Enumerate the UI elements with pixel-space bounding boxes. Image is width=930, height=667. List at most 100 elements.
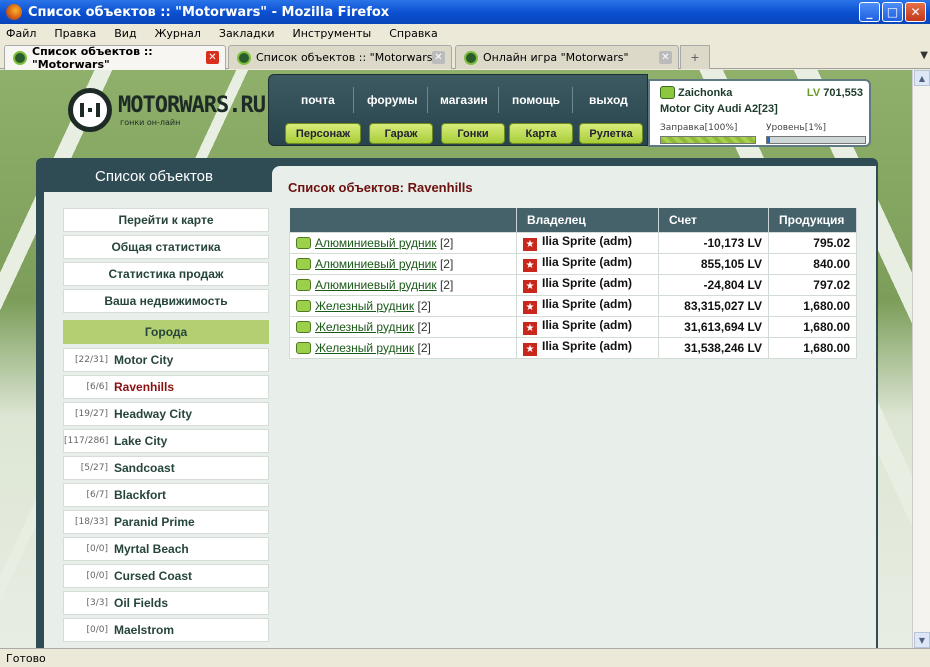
tab-close-icon[interactable]: ✕	[206, 51, 219, 64]
sidebar-title: Список объектов	[95, 168, 213, 185]
tab-label: Список объектов :: "Motorwars"	[256, 51, 438, 64]
nav-mail[interactable]: почта	[301, 93, 335, 107]
menu-view[interactable]: Вид	[112, 27, 138, 40]
garage-button[interactable]: Гараж	[369, 123, 433, 144]
sidebar-item-city[interactable]: [0/0] Maelstrom	[63, 618, 269, 642]
object-face-icon	[296, 236, 311, 249]
object-link[interactable]: Железный рудник	[315, 320, 414, 334]
sidebar-item-city[interactable]: [22/31] Motor City	[63, 348, 269, 372]
menu-bookmarks[interactable]: Закладки	[217, 27, 277, 40]
city-name: Myrtal Beach	[114, 542, 189, 556]
sidebar-link-general-stats[interactable]: Общая статистика	[63, 235, 269, 259]
logo-text: MOTORWARS.RU	[118, 93, 266, 118]
col-owner: Владелец	[516, 208, 659, 232]
user-name[interactable]: Zaichonka	[678, 87, 732, 99]
owner-name[interactable]: Ilia Sprite (adm)	[542, 339, 632, 353]
owner-name[interactable]: Ilia Sprite (adm)	[542, 297, 632, 311]
menu-file[interactable]: Файл	[4, 27, 38, 40]
map-button[interactable]: Карта	[509, 123, 573, 144]
nav-forums[interactable]: форумы	[367, 93, 417, 107]
sidebar-item-city-active[interactable]: [6/6] Ravenhills	[63, 375, 269, 399]
tab-objects-active[interactable]: Список объектов :: "Motorwars" ✕	[4, 45, 226, 71]
city-count: [3/3]	[86, 598, 108, 608]
tab-objects[interactable]: Список объектов :: "Motorwars" ✕	[228, 45, 452, 69]
owner-cell: ★ Ilia Sprite (adm)	[516, 273, 659, 296]
object-count: [2]	[439, 235, 454, 250]
object-cell: Алюминиевый рудник [2]	[289, 252, 517, 275]
sidebar-link-sales-stats[interactable]: Статистика продаж	[63, 262, 269, 286]
scroll-up-icon[interactable]: ▲	[914, 70, 930, 86]
scroll-down-icon[interactable]: ▼	[914, 632, 930, 648]
object-link[interactable]: Алюминиевый рудник	[315, 236, 437, 250]
close-button[interactable]: ✕	[905, 2, 926, 22]
owner-cell: ★ Ilia Sprite (adm)	[516, 252, 659, 275]
tab-list-icon[interactable]: ▼	[920, 50, 928, 61]
object-cell: Алюминиевый рудник [2]	[289, 273, 517, 296]
sidebar-link-map[interactable]: Перейти к карте	[63, 208, 269, 232]
nav-shop[interactable]: магазин	[440, 93, 488, 107]
tab-online-game[interactable]: Онлайн игра "Motorwars" ✕	[455, 45, 679, 69]
vertical-scrollbar[interactable]: ▲ ▼	[912, 70, 930, 648]
menu-history[interactable]: Журнал	[153, 27, 203, 40]
city-count: [18/33]	[75, 517, 108, 527]
sidebar-item-city[interactable]: [3/3] Oil Fields	[63, 591, 269, 615]
menu-edit[interactable]: Правка	[52, 27, 98, 40]
nav-help[interactable]: помощь	[512, 93, 560, 107]
site-logo[interactable]: MOTORWARS.RU гонки он-лайн	[68, 88, 266, 132]
new-tab-button[interactable]: +	[680, 45, 710, 69]
user-car: Motor City Audi A2[23]	[660, 103, 778, 115]
level-label: Уровень[1%]	[766, 123, 827, 133]
tab-close-icon[interactable]: ✕	[659, 51, 672, 64]
admin-star-icon: ★	[523, 343, 537, 356]
city-name: Headway City	[114, 407, 193, 421]
object-link[interactable]: Алюминиевый рудник	[315, 257, 437, 271]
city-name: Ravenhills	[114, 380, 175, 394]
table-row: Алюминиевый рудник [2] ★ Ilia Sprite (adm)…	[289, 231, 857, 254]
owner-name[interactable]: Ilia Sprite (adm)	[542, 234, 632, 248]
sidebar-item-city[interactable]: [18/33] Paranid Prime	[63, 510, 269, 534]
object-link[interactable]: Железный рудник	[315, 299, 414, 313]
owner-name[interactable]: Ilia Sprite (adm)	[542, 255, 632, 269]
sidebar-item-city[interactable]: [6/7] Blackfort	[63, 483, 269, 507]
object-face-icon	[296, 320, 311, 333]
minimize-button[interactable]: _	[859, 2, 880, 22]
menu-tools[interactable]: Инструменты	[291, 27, 374, 40]
owner-name[interactable]: Ilia Sprite (adm)	[542, 276, 632, 290]
tab-close-icon[interactable]: ✕	[432, 51, 445, 64]
owner-name[interactable]: Ilia Sprite (adm)	[542, 318, 632, 332]
city-count: [6/7]	[86, 490, 108, 500]
roulette-button[interactable]: Рулетка	[579, 123, 643, 144]
sidebar-item-city[interactable]: [117/286] Lake City	[63, 429, 269, 453]
col-account: Счет	[658, 208, 769, 232]
object-face-icon	[296, 299, 311, 312]
sidebar-item-city[interactable]: [0/0] Cursed Coast	[63, 564, 269, 588]
city-name: Oil Fields	[114, 596, 169, 610]
object-link[interactable]: Железный рудник	[315, 341, 414, 355]
col-object	[289, 208, 517, 232]
account-cell: 31,538,246 LV	[658, 336, 769, 359]
races-button[interactable]: Гонки	[441, 123, 505, 144]
menu-help[interactable]: Справка	[387, 27, 439, 40]
object-face-icon	[296, 341, 311, 354]
city-name: Cursed Coast	[114, 569, 193, 583]
sidebar-link-property[interactable]: Ваша недвижимость	[63, 289, 269, 313]
page-viewport: MOTORWARS.RU гонки он-лайн почта форумы …	[0, 70, 912, 648]
site-favicon-icon	[13, 51, 27, 65]
city-count: [5/27]	[80, 463, 108, 473]
maximize-button[interactable]: □	[882, 2, 903, 22]
sidebar-item-city[interactable]: [0/0] Myrtal Beach	[63, 537, 269, 561]
main-nav: почта форумы магазин помощь выход Персон…	[268, 74, 648, 146]
sidebar-item-city[interactable]: [19/27] Headway City	[63, 402, 269, 426]
city-name: Maelstrom	[114, 623, 175, 637]
city-count: [0/0]	[86, 625, 108, 635]
logo-tagline: гонки он-лайн	[120, 118, 181, 127]
object-cell: Железный рудник [2]	[289, 294, 517, 317]
character-button[interactable]: Персонаж	[285, 123, 361, 144]
objects-table: Владелец Счет Продукция Алюминиевый рудн…	[289, 208, 857, 359]
city-count: [0/0]	[86, 571, 108, 581]
menu-bar: Файл Правка Вид Журнал Закладки Инструме…	[0, 24, 930, 42]
nav-logout[interactable]: выход	[589, 93, 628, 107]
object-link[interactable]: Алюминиевый рудник	[315, 278, 437, 292]
sidebar-item-city[interactable]: [5/27] Sandcoast	[63, 456, 269, 480]
table-row: Железный рудник [2] ★ Ilia Sprite (adm) 83,…	[289, 294, 857, 317]
